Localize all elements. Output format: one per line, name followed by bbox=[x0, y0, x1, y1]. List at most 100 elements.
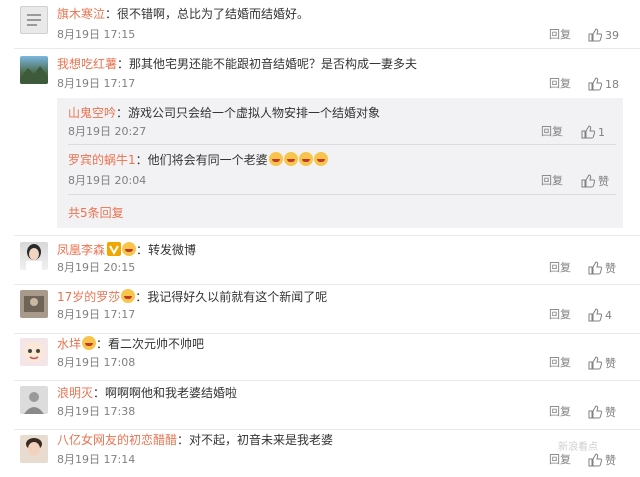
username[interactable]: 山鬼空吟 bbox=[68, 106, 116, 120]
like-count: 赞 bbox=[605, 262, 616, 275]
avatar[interactable] bbox=[20, 56, 48, 84]
username[interactable]: 凤凰李森 bbox=[57, 243, 105, 257]
like-button[interactable]: 赞 bbox=[588, 356, 616, 371]
like-count: 赞 bbox=[598, 175, 609, 188]
like-count: 39 bbox=[605, 29, 619, 42]
sub-reply-line: 山鬼空吟：游戏公司只会给一个虚拟人物安排一个结婚对象 bbox=[68, 105, 380, 121]
comment-line: 八亿女网友的初恋醋醋：对不起，初音未来是我老婆 bbox=[57, 432, 333, 448]
laugh-emoji-icon bbox=[313, 152, 328, 166]
thumbs-up-icon bbox=[588, 77, 603, 91]
username[interactable]: 我想吃红薯 bbox=[57, 57, 117, 71]
avatar[interactable] bbox=[20, 6, 48, 34]
comment-date: 8月19日 17:15 bbox=[57, 28, 136, 41]
avatar-image-icon bbox=[24, 342, 44, 362]
avatar[interactable] bbox=[20, 338, 48, 366]
like-button[interactable]: 39 bbox=[588, 28, 619, 43]
reply-button[interactable]: 回复 bbox=[549, 308, 571, 322]
like-button[interactable]: 4 bbox=[588, 308, 612, 323]
avatar[interactable] bbox=[20, 290, 48, 318]
reply-button[interactable]: 回复 bbox=[541, 174, 563, 188]
thumbs-up-icon bbox=[588, 405, 603, 419]
comment-item: 17岁的罗莎 ：我记得好久以前就有这个新闻了呢 8月19日 17:17 回复 4 bbox=[0, 285, 640, 333]
comment-item: 浪明灭：啊啊啊他和我老婆结婚啦 8月19日 17:38 回复 赞 bbox=[0, 381, 640, 429]
reply-button[interactable]: 回复 bbox=[549, 77, 571, 91]
comment-line: 凤凰李森 ：转发微博 bbox=[57, 242, 196, 258]
comment-date: 8月19日 20:04 bbox=[68, 174, 147, 187]
comment-date: 8月19日 20:27 bbox=[68, 125, 147, 138]
username[interactable]: 17岁的罗莎 bbox=[57, 290, 120, 304]
avatar-image-icon bbox=[24, 296, 44, 312]
thumbs-up-icon bbox=[588, 308, 603, 322]
avatar[interactable] bbox=[20, 386, 48, 414]
username[interactable]: 罗宾的蜗牛1 bbox=[68, 153, 136, 167]
like-count: 1 bbox=[598, 126, 605, 139]
like-button[interactable]: 赞 bbox=[588, 261, 616, 276]
laugh-emoji-icon bbox=[268, 152, 283, 166]
thumbs-up-icon bbox=[588, 261, 603, 275]
comment-text: ：转发微博 bbox=[136, 243, 197, 257]
thumbs-up-icon bbox=[581, 125, 596, 139]
thumbs-up-icon bbox=[588, 28, 603, 42]
comment-text: ：看二次元帅不帅吧 bbox=[96, 337, 205, 351]
reply-button[interactable]: 回复 bbox=[541, 125, 563, 139]
avatar-image-icon bbox=[20, 66, 48, 84]
sub-replies-box: 山鬼空吟：游戏公司只会给一个虚拟人物安排一个结婚对象 8月19日 20:27 回… bbox=[57, 98, 623, 228]
username[interactable]: 水垟 bbox=[57, 337, 81, 351]
comment-line: 我想吃红薯：那其他宅男还能不能跟初音结婚呢？是否构成一妻多夫 bbox=[57, 56, 417, 72]
vip-badge-icon bbox=[122, 242, 137, 256]
thumbs-up-icon bbox=[588, 356, 603, 370]
comment-text: ：对不起，初音未来是我老婆 bbox=[177, 433, 334, 447]
comment-item: 凤凰李森 ：转发微博 8月19日 20:15 回复 赞 bbox=[0, 236, 640, 284]
like-button[interactable]: 赞 bbox=[581, 174, 609, 189]
username[interactable]: 浪明灭 bbox=[57, 386, 93, 400]
vip-badge-icon bbox=[82, 336, 97, 350]
like-button[interactable]: 1 bbox=[581, 125, 605, 140]
username[interactable]: 八亿女网友的初恋醋醋 bbox=[57, 433, 177, 447]
watermark: 新浪看点 bbox=[548, 434, 634, 474]
reply-button[interactable]: 回复 bbox=[549, 261, 571, 275]
watermark-text: 新浪看点 bbox=[558, 442, 598, 453]
comment-text: ：啊啊啊他和我老婆结婚啦 bbox=[93, 386, 238, 400]
comment-text: ：我记得好久以前就有这个新闻了呢 bbox=[135, 290, 328, 304]
like-count: 18 bbox=[605, 78, 619, 91]
verified-v-icon bbox=[107, 242, 122, 256]
thumbs-up-icon bbox=[581, 174, 596, 188]
comment-item: 八亿女网友的初恋醋醋：对不起，初音未来是我老婆 8月19日 17:14 回复 赞 bbox=[0, 430, 640, 477]
username[interactable]: 旗木寒泣 bbox=[57, 7, 105, 21]
more-replies-link[interactable]: 共5条回复 bbox=[68, 204, 124, 221]
comment-date: 8月19日 17:38 bbox=[57, 405, 136, 418]
avatar[interactable] bbox=[20, 435, 48, 463]
reply-button[interactable]: 回复 bbox=[549, 405, 571, 419]
reply-button[interactable]: 回复 bbox=[549, 28, 571, 42]
comment-text: ：游戏公司只会给一个虚拟人物安排一个结婚对象 bbox=[116, 106, 381, 120]
comment-line: 旗木寒泣：很不错啊，总比为了结婚而结婚好。 bbox=[57, 6, 309, 22]
comment-line: 水垟 ：看二次元帅不帅吧 bbox=[57, 336, 204, 352]
comment-text: ：他们将会有同一个老婆 bbox=[135, 153, 268, 167]
like-button[interactable]: 18 bbox=[588, 77, 619, 92]
laugh-emoji-icon bbox=[283, 152, 298, 166]
comment-line: 浪明灭：啊啊啊他和我老婆结婚啦 bbox=[57, 385, 237, 401]
comment-item: 水垟 ：看二次元帅不帅吧 8月19日 17:08 回复 赞 bbox=[0, 334, 640, 380]
comment-date: 8月19日 17:17 bbox=[57, 308, 136, 321]
like-count: 赞 bbox=[605, 357, 616, 370]
divider bbox=[68, 194, 616, 195]
comment-item: 旗木寒泣：很不错啊，总比为了结婚而结婚好。 8月19日 17:15 回复 39 bbox=[0, 0, 640, 48]
avatar-image-icon bbox=[27, 14, 41, 26]
reply-button[interactable]: 回复 bbox=[549, 356, 571, 370]
like-button[interactable]: 赞 bbox=[588, 405, 616, 420]
divider bbox=[68, 144, 616, 145]
laugh-emoji-icon bbox=[298, 152, 313, 166]
avatar-image-icon bbox=[26, 438, 42, 456]
vip-badge-icon bbox=[121, 289, 136, 303]
sub-reply-line: 罗宾的蜗牛1：他们将会有同一个老婆 bbox=[68, 152, 328, 168]
comment-date: 8月19日 20:15 bbox=[57, 261, 136, 274]
avatar[interactable] bbox=[20, 242, 48, 270]
comment-text: ：很不错啊，总比为了结婚而结婚好。 bbox=[105, 7, 310, 21]
comment-line: 17岁的罗莎 ：我记得好久以前就有这个新闻了呢 bbox=[57, 289, 327, 305]
comment-text: ：那其他宅男还能不能跟初音结婚呢？是否构成一妻多夫 bbox=[117, 57, 418, 71]
like-count: 赞 bbox=[605, 406, 616, 419]
comment-date: 8月19日 17:17 bbox=[57, 77, 136, 90]
comment-date: 8月19日 17:14 bbox=[57, 453, 136, 466]
avatar-image-icon bbox=[26, 244, 42, 270]
avatar-image-icon bbox=[24, 392, 44, 414]
